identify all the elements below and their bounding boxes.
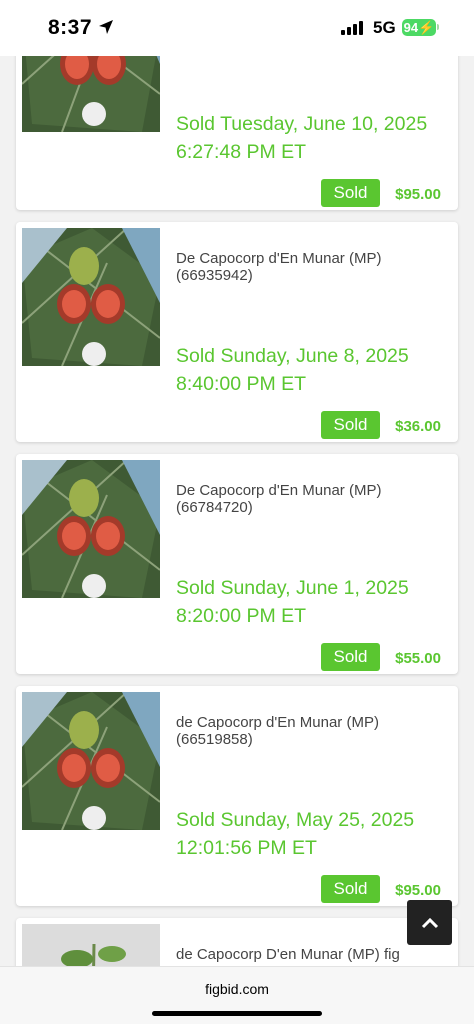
price: $95.00 bbox=[395, 186, 441, 203]
listing-title[interactable]: De Capocorp d'En Munar (MP) (66784720) bbox=[176, 482, 446, 516]
sold-badge: Sold bbox=[321, 179, 380, 207]
battery-level: 94 bbox=[403, 20, 419, 35]
sold-date-line: Sold Sunday, May 25, 2025 bbox=[176, 809, 415, 831]
sold-time-line: 8:40:00 PM ET bbox=[176, 373, 307, 395]
sold-date-line: Sold Sunday, June 8, 2025 bbox=[176, 345, 409, 367]
scroll-to-top-button[interactable] bbox=[407, 900, 452, 945]
listing-card[interactable]: de Capocorp d'En Munar (MP) (66519858) S… bbox=[16, 686, 458, 906]
fig-photo[interactable] bbox=[22, 460, 160, 598]
sold-badge: Sold bbox=[321, 643, 380, 671]
sold-badge: Sold bbox=[321, 875, 380, 903]
price: $95.00 bbox=[395, 882, 441, 899]
battery-cap bbox=[437, 24, 439, 30]
sold-date-line: Sold Sunday, June 1, 2025 bbox=[176, 577, 409, 599]
listing-card[interactable]: De Capocorp d'En Munar (MP) (66784720) S… bbox=[16, 454, 458, 674]
price: $36.00 bbox=[395, 418, 441, 435]
signal-bars-icon bbox=[341, 21, 363, 35]
sold-badge: Sold bbox=[321, 411, 380, 439]
listing-card[interactable]: De Capocorp d'En Munar (MP) (66935942) S… bbox=[16, 222, 458, 442]
status-time: 8:37 bbox=[48, 16, 93, 39]
listing-title[interactable]: De Capocorp d'En Munar (MP) (66935942) bbox=[176, 250, 446, 284]
sold-time-line: 8:20:00 PM ET bbox=[176, 605, 307, 627]
sold-date: Sold Sunday, May 25, 2025 12:01:56 PM ET bbox=[176, 806, 414, 862]
fig-photo[interactable] bbox=[22, 228, 160, 366]
home-indicator[interactable] bbox=[152, 1011, 322, 1016]
sold-date: Sold Tuesday, June 10, 2025 6:27:48 PM E… bbox=[176, 110, 427, 166]
sold-date: Sold Sunday, June 8, 2025 8:40:00 PM ET bbox=[176, 342, 409, 398]
sold-date: Sold Sunday, June 1, 2025 8:20:00 PM ET bbox=[176, 574, 409, 630]
listing-title[interactable]: de Capocorp D'en Munar (MP) fig bbox=[176, 946, 446, 963]
chevron-up-icon bbox=[421, 917, 438, 928]
url-field[interactable]: figbid.com bbox=[0, 981, 474, 997]
location-arrow-icon bbox=[99, 20, 113, 34]
sold-time-line: 6:27:48 PM ET bbox=[176, 141, 307, 163]
listing-title[interactable]: de Capocorp d'En Munar (MP) (66519858) bbox=[176, 714, 446, 748]
battery-icon: 94 ⚡ bbox=[402, 19, 436, 36]
price: $55.00 bbox=[395, 650, 441, 667]
network-type: 5G bbox=[373, 18, 396, 37]
fig-photo[interactable] bbox=[22, 692, 160, 830]
status-bar: 8:37 5G 94 ⚡ bbox=[0, 0, 474, 56]
listing-card[interactable]: Sold Tuesday, June 10, 2025 6:27:48 PM E… bbox=[16, 30, 458, 210]
browser-bar: figbid.com bbox=[0, 966, 474, 1024]
sold-date-line: Sold Tuesday, June 10, 2025 bbox=[176, 113, 428, 135]
sold-time-line: 12:01:56 PM ET bbox=[176, 837, 317, 859]
